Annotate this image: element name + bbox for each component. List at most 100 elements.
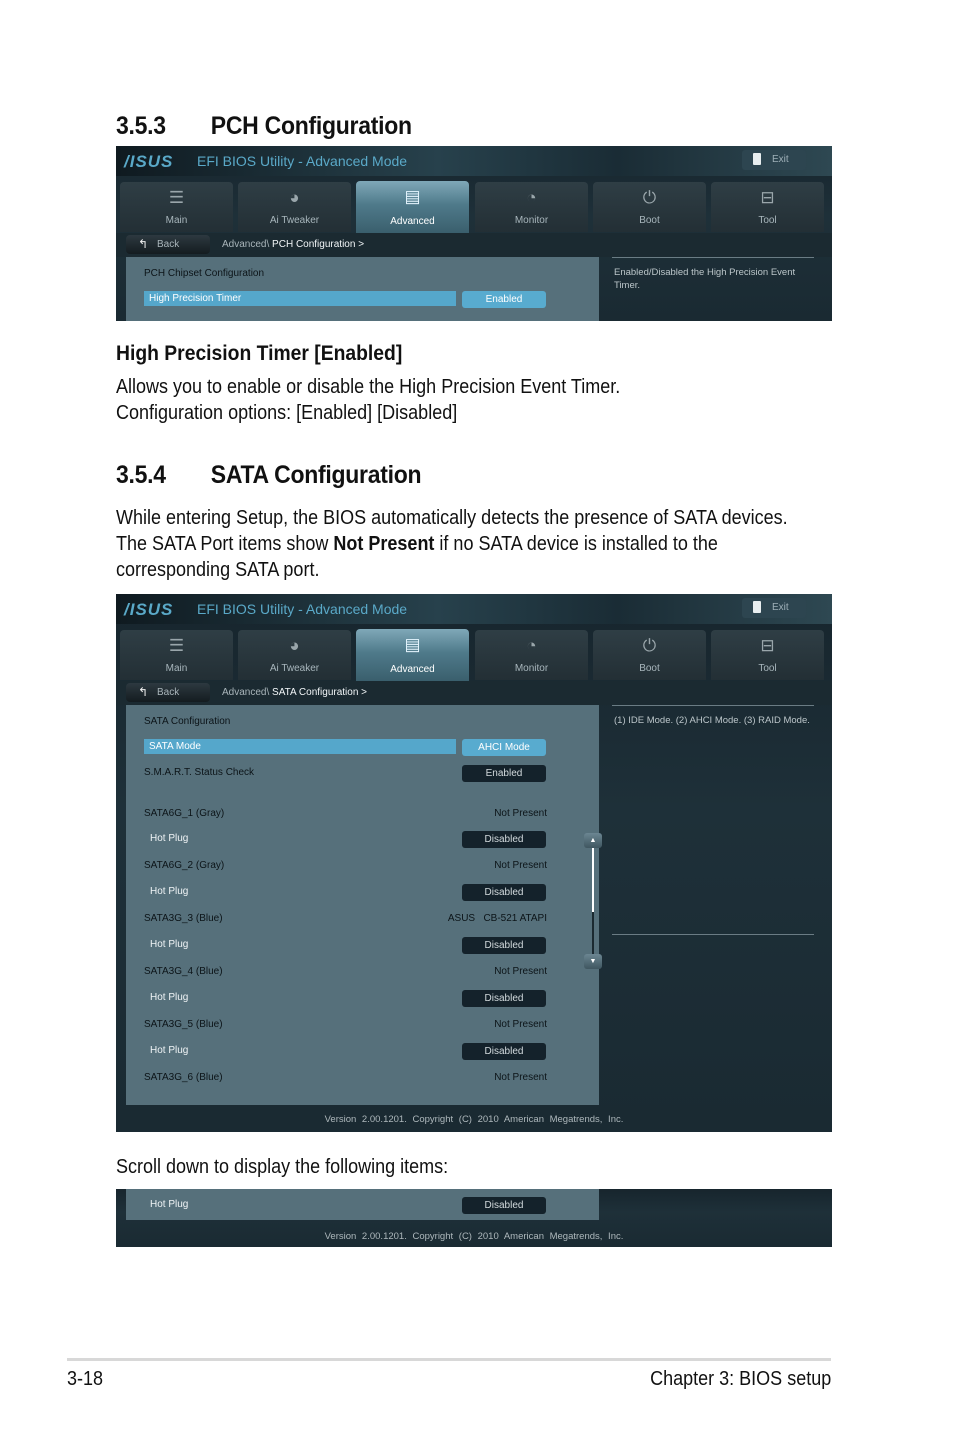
- back-button[interactable]: ↰ Back: [126, 683, 210, 702]
- back-arrow-icon: ↰: [138, 237, 149, 251]
- help-divider: [612, 705, 814, 706]
- intro-text: The SATA Port items show: [116, 533, 334, 555]
- help-text: (1) IDE Mode. (2) AHCI Mode. (3) RAID Mo…: [614, 715, 810, 726]
- breadcrumb-parent: Advanced\: [222, 239, 270, 250]
- tab-monitor[interactable]: ◔ Monitor: [475, 630, 588, 680]
- port-name: SATA6G_1 (Gray): [144, 808, 225, 819]
- back-label: Back: [157, 687, 180, 698]
- smart-status-value[interactable]: Enabled: [462, 765, 546, 782]
- section-heading-pch: 3.5.3 PCH Configuration: [116, 112, 412, 141]
- asus-logo: /ISUS: [124, 152, 174, 171]
- exit-label: Exit: [772, 602, 789, 613]
- thermometer-icon: ◔: [526, 636, 537, 655]
- port-status: Not Present: [494, 966, 547, 977]
- hot-plug-row[interactable]: Hot Plug Disabled: [144, 1197, 554, 1214]
- tab-ai-tweaker[interactable]: ◕ Ai Tweaker: [238, 630, 351, 680]
- help-text: Enabled/Disabled the High Precision Even…: [614, 267, 796, 291]
- tab-monitor[interactable]: ◔ Monitor: [475, 182, 588, 232]
- tab-main[interactable]: ☰ Main: [120, 630, 233, 680]
- scroll-up-arrow-icon[interactable]: ▲: [584, 833, 602, 848]
- settings-panel: Hot Plug Disabled: [126, 1189, 599, 1220]
- bios-screen-scrolled: Hot Plug Disabled Version 2.00.1201. Copy…: [116, 1189, 832, 1247]
- hot-plug-value[interactable]: Disabled: [462, 937, 546, 954]
- port-name: SATA3G_6 (Blue): [144, 1072, 223, 1083]
- tab-label: Monitor: [514, 215, 549, 226]
- setting-label: S.M.A.R.T. Status Check: [144, 767, 255, 778]
- navigation-bar: ↰ Back Advanced\ PCH Configuration >: [116, 233, 832, 257]
- scrollbar[interactable]: ▲ ▼: [584, 833, 602, 969]
- hot-plug-value[interactable]: Disabled: [462, 884, 546, 901]
- list-icon: ☰: [168, 188, 185, 207]
- toolbox-icon: ⊟: [760, 188, 775, 207]
- section-heading-sata: 3.5.4 SATA Configuration: [116, 461, 422, 490]
- tab-main[interactable]: ☰ Main: [120, 182, 233, 232]
- port-name: SATA6G_2 (Gray): [144, 860, 225, 871]
- smart-status-row[interactable]: S.M.A.R.T. Status Check Enabled: [144, 765, 554, 782]
- back-button[interactable]: ↰ Back: [126, 235, 210, 254]
- thermometer-icon: ◔: [526, 188, 537, 207]
- tab-label: Tool: [758, 215, 777, 226]
- hot-plug-row[interactable]: Hot Plug Disabled: [144, 937, 554, 954]
- hot-plug-value[interactable]: Disabled: [462, 831, 546, 848]
- advanced-info-icon: ▤: [404, 187, 421, 206]
- hot-plug-value[interactable]: Disabled: [462, 1197, 546, 1214]
- hot-plug-value[interactable]: Disabled: [462, 990, 546, 1007]
- port-row: SATA3G_6 (Blue) Not Present: [144, 1070, 604, 1086]
- exit-label: Exit: [772, 154, 789, 165]
- settings-panel: PCH Chipset Configuration High Precision…: [126, 257, 599, 321]
- sata-mode-row[interactable]: SATA Mode AHCI Mode: [144, 739, 554, 756]
- asus-logo: /ISUS: [124, 600, 174, 619]
- high-precision-timer-value[interactable]: Enabled: [462, 291, 546, 308]
- port-status: Not Present: [494, 1072, 547, 1083]
- toolbox-icon: ⊟: [760, 636, 775, 655]
- bios-screen-sata: /ISUS EFI BIOS Utility - Advanced Mode E…: [116, 594, 832, 1132]
- hot-plug-row[interactable]: Hot Plug Disabled: [144, 831, 554, 848]
- sata-intro-line3: corresponding SATA port.: [116, 559, 320, 581]
- breadcrumb-current: PCH Configuration >: [272, 239, 365, 250]
- app-title: EFI BIOS Utility - Advanced Mode: [197, 601, 408, 617]
- scroll-note: Scroll down to display the following ite…: [116, 1156, 449, 1178]
- tab-ai-tweaker[interactable]: ◕ Ai Tweaker: [238, 182, 351, 232]
- title-bar: /ISUS EFI BIOS Utility - Advanced Mode E…: [116, 146, 832, 176]
- port-name: SATA3G_3 (Blue): [144, 913, 223, 924]
- scroll-down-arrow-icon[interactable]: ▼: [584, 954, 602, 969]
- section-title: PCH Configuration: [210, 112, 412, 140]
- tab-label: Advanced: [390, 216, 435, 227]
- tab-advanced[interactable]: ▤ Advanced: [356, 629, 469, 681]
- tab-label: Boot: [639, 663, 660, 674]
- tab-label: Main: [165, 663, 188, 674]
- tab-label: Advanced: [390, 664, 435, 675]
- high-precision-timer-row[interactable]: High Precision Timer Enabled: [144, 291, 554, 308]
- tab-label: Ai Tweaker: [269, 215, 320, 226]
- title-bar: /ISUS EFI BIOS Utility - Advanced Mode E…: [116, 594, 832, 624]
- tab-boot[interactable]: ⏻ Boot: [593, 182, 706, 232]
- back-label: Back: [157, 239, 180, 250]
- section-label: SATA Configuration: [144, 716, 231, 727]
- selection-highlight: SATA Mode: [144, 739, 456, 754]
- tab-boot[interactable]: ⏻ Boot: [593, 630, 706, 680]
- settings-panel: SATA Configuration SATA Mode AHCI Mode S…: [126, 705, 602, 1105]
- section-number: 3.5.3: [116, 112, 166, 140]
- app-title: EFI BIOS Utility - Advanced Mode: [197, 153, 408, 169]
- tweaker-icon: ◕: [289, 636, 300, 655]
- hot-plug-value[interactable]: Disabled: [462, 1043, 546, 1060]
- main-tabs: ☰ Main ◕ Ai Tweaker ▤ Advanced ◔ Monitor ⏻ Bo…: [120, 181, 828, 233]
- tab-tool[interactable]: ⊟ Tool: [711, 630, 824, 680]
- port-status: Not Present: [494, 808, 547, 819]
- setting-label: Hot Plug: [150, 992, 189, 1003]
- exit-button[interactable]: Exit: [742, 598, 806, 618]
- hot-plug-row[interactable]: Hot Plug Disabled: [144, 990, 554, 1007]
- tab-advanced[interactable]: ▤ Advanced: [356, 181, 469, 233]
- power-icon: ⏻: [642, 636, 657, 655]
- scroll-thumb[interactable]: [592, 848, 594, 912]
- footer-divider: [67, 1358, 831, 1361]
- tab-label: Tool: [758, 663, 777, 674]
- sata-mode-value[interactable]: AHCI Mode: [462, 739, 546, 756]
- exit-button[interactable]: Exit: [742, 150, 806, 170]
- tab-tool[interactable]: ⊟ Tool: [711, 182, 824, 232]
- breadcrumb-parent: Advanced\: [222, 687, 270, 698]
- version-text: Version 2.00.1201. Copyright (C) 2010 Am…: [324, 1114, 624, 1125]
- hot-plug-row[interactable]: Hot Plug Disabled: [144, 884, 554, 901]
- hot-plug-row[interactable]: Hot Plug Disabled: [144, 1043, 554, 1060]
- section-title: SATA Configuration: [210, 461, 422, 489]
